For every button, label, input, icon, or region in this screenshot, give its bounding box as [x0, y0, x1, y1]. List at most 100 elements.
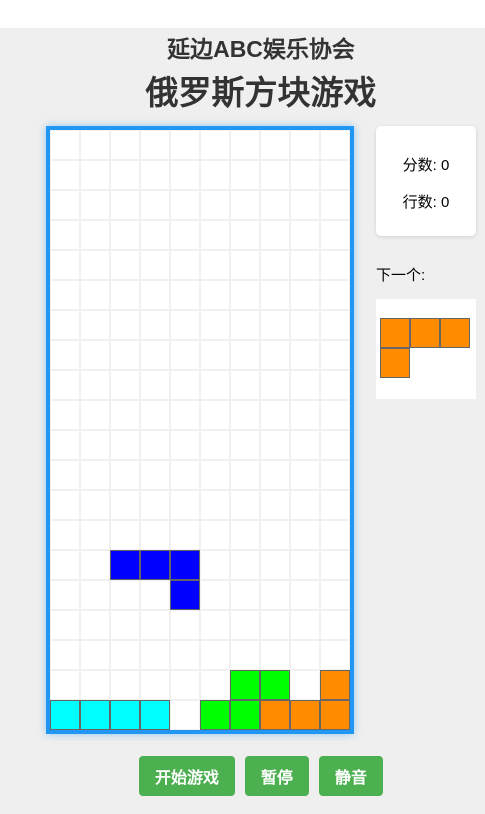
board-cell — [140, 520, 170, 550]
board-cell — [50, 580, 80, 610]
board-cell — [50, 370, 80, 400]
board-cell — [170, 310, 200, 340]
board-cell — [260, 370, 290, 400]
settled-block — [260, 700, 290, 730]
board-cell — [140, 340, 170, 370]
board-cell — [140, 610, 170, 640]
board-cell — [140, 430, 170, 460]
board-cell — [110, 640, 140, 670]
settled-block — [80, 700, 110, 730]
mute-button[interactable]: 静音 — [319, 756, 383, 796]
board-cell — [50, 550, 80, 580]
board-cell — [50, 670, 80, 700]
board-cell — [260, 340, 290, 370]
active-piece-block — [110, 550, 140, 580]
board-cell — [170, 370, 200, 400]
board-cell — [230, 580, 260, 610]
board-cell — [260, 460, 290, 490]
settled-block — [320, 700, 350, 730]
settled-block — [230, 670, 260, 700]
board-cell — [80, 490, 110, 520]
board-cell — [320, 610, 350, 640]
board-cell — [170, 400, 200, 430]
board-cell — [170, 700, 200, 730]
board-cell — [200, 460, 230, 490]
board-cell — [80, 610, 110, 640]
board-cell — [290, 580, 320, 610]
board-cell — [290, 430, 320, 460]
board-cell — [50, 640, 80, 670]
board-cell — [260, 280, 290, 310]
board-cell — [110, 160, 140, 190]
board-cell — [290, 310, 320, 340]
board-cell — [290, 490, 320, 520]
board-cell — [260, 190, 290, 220]
board-cell — [110, 610, 140, 640]
game-board[interactable] — [46, 126, 354, 734]
board-cell — [320, 520, 350, 550]
board-cell — [230, 190, 260, 220]
settled-block — [200, 700, 230, 730]
board-cell — [260, 400, 290, 430]
board-cell — [230, 310, 260, 340]
board-cell — [200, 190, 230, 220]
board-cell — [80, 400, 110, 430]
board-cell — [290, 520, 320, 550]
board-cell — [200, 610, 230, 640]
board-cell — [140, 250, 170, 280]
board-cell — [200, 340, 230, 370]
active-piece-block — [170, 550, 200, 580]
board-cell — [140, 640, 170, 670]
board-cell — [110, 220, 140, 250]
board-cell — [110, 490, 140, 520]
board-cell — [80, 340, 110, 370]
board-cell — [230, 280, 260, 310]
board-cell — [230, 250, 260, 280]
board-cell — [320, 250, 350, 280]
board-cell — [170, 670, 200, 700]
board-cell — [80, 280, 110, 310]
board-cell — [80, 220, 110, 250]
board-cell — [170, 280, 200, 310]
board-cell — [200, 220, 230, 250]
board-cell — [320, 190, 350, 220]
board-cell — [320, 460, 350, 490]
organization-subtitle: 延边ABC娱乐协会 — [167, 36, 355, 62]
board-cell — [200, 430, 230, 460]
next-piece-preview — [376, 299, 476, 399]
board-cell — [200, 280, 230, 310]
board-cell — [140, 190, 170, 220]
board-cell — [290, 550, 320, 580]
board-cell — [170, 610, 200, 640]
board-cell — [50, 340, 80, 370]
board-cell — [230, 640, 260, 670]
board-cell — [260, 550, 290, 580]
board-cell — [110, 250, 140, 280]
settled-block — [110, 700, 140, 730]
board-cell — [320, 340, 350, 370]
settled-block — [260, 670, 290, 700]
board-cell — [290, 370, 320, 400]
board-cell — [170, 640, 200, 670]
pause-button[interactable]: 暂停 — [245, 756, 309, 796]
board-cell — [290, 190, 320, 220]
board-cell — [140, 370, 170, 400]
board-cell — [50, 490, 80, 520]
score-display: 分数: 0 — [402, 157, 450, 174]
board-cell — [260, 250, 290, 280]
board-cell — [110, 520, 140, 550]
board-cell — [80, 430, 110, 460]
board-cell — [200, 250, 230, 280]
board-cell — [290, 220, 320, 250]
board-cell — [320, 640, 350, 670]
board-cell — [110, 370, 140, 400]
board-cell — [320, 160, 350, 190]
board-cell — [50, 400, 80, 430]
board-cell — [170, 490, 200, 520]
settled-block — [320, 670, 350, 700]
board-cell — [290, 340, 320, 370]
board-cell — [260, 310, 290, 340]
board-cell — [230, 520, 260, 550]
board-cell — [320, 490, 350, 520]
start-game-button[interactable]: 开始游戏 — [139, 756, 235, 796]
